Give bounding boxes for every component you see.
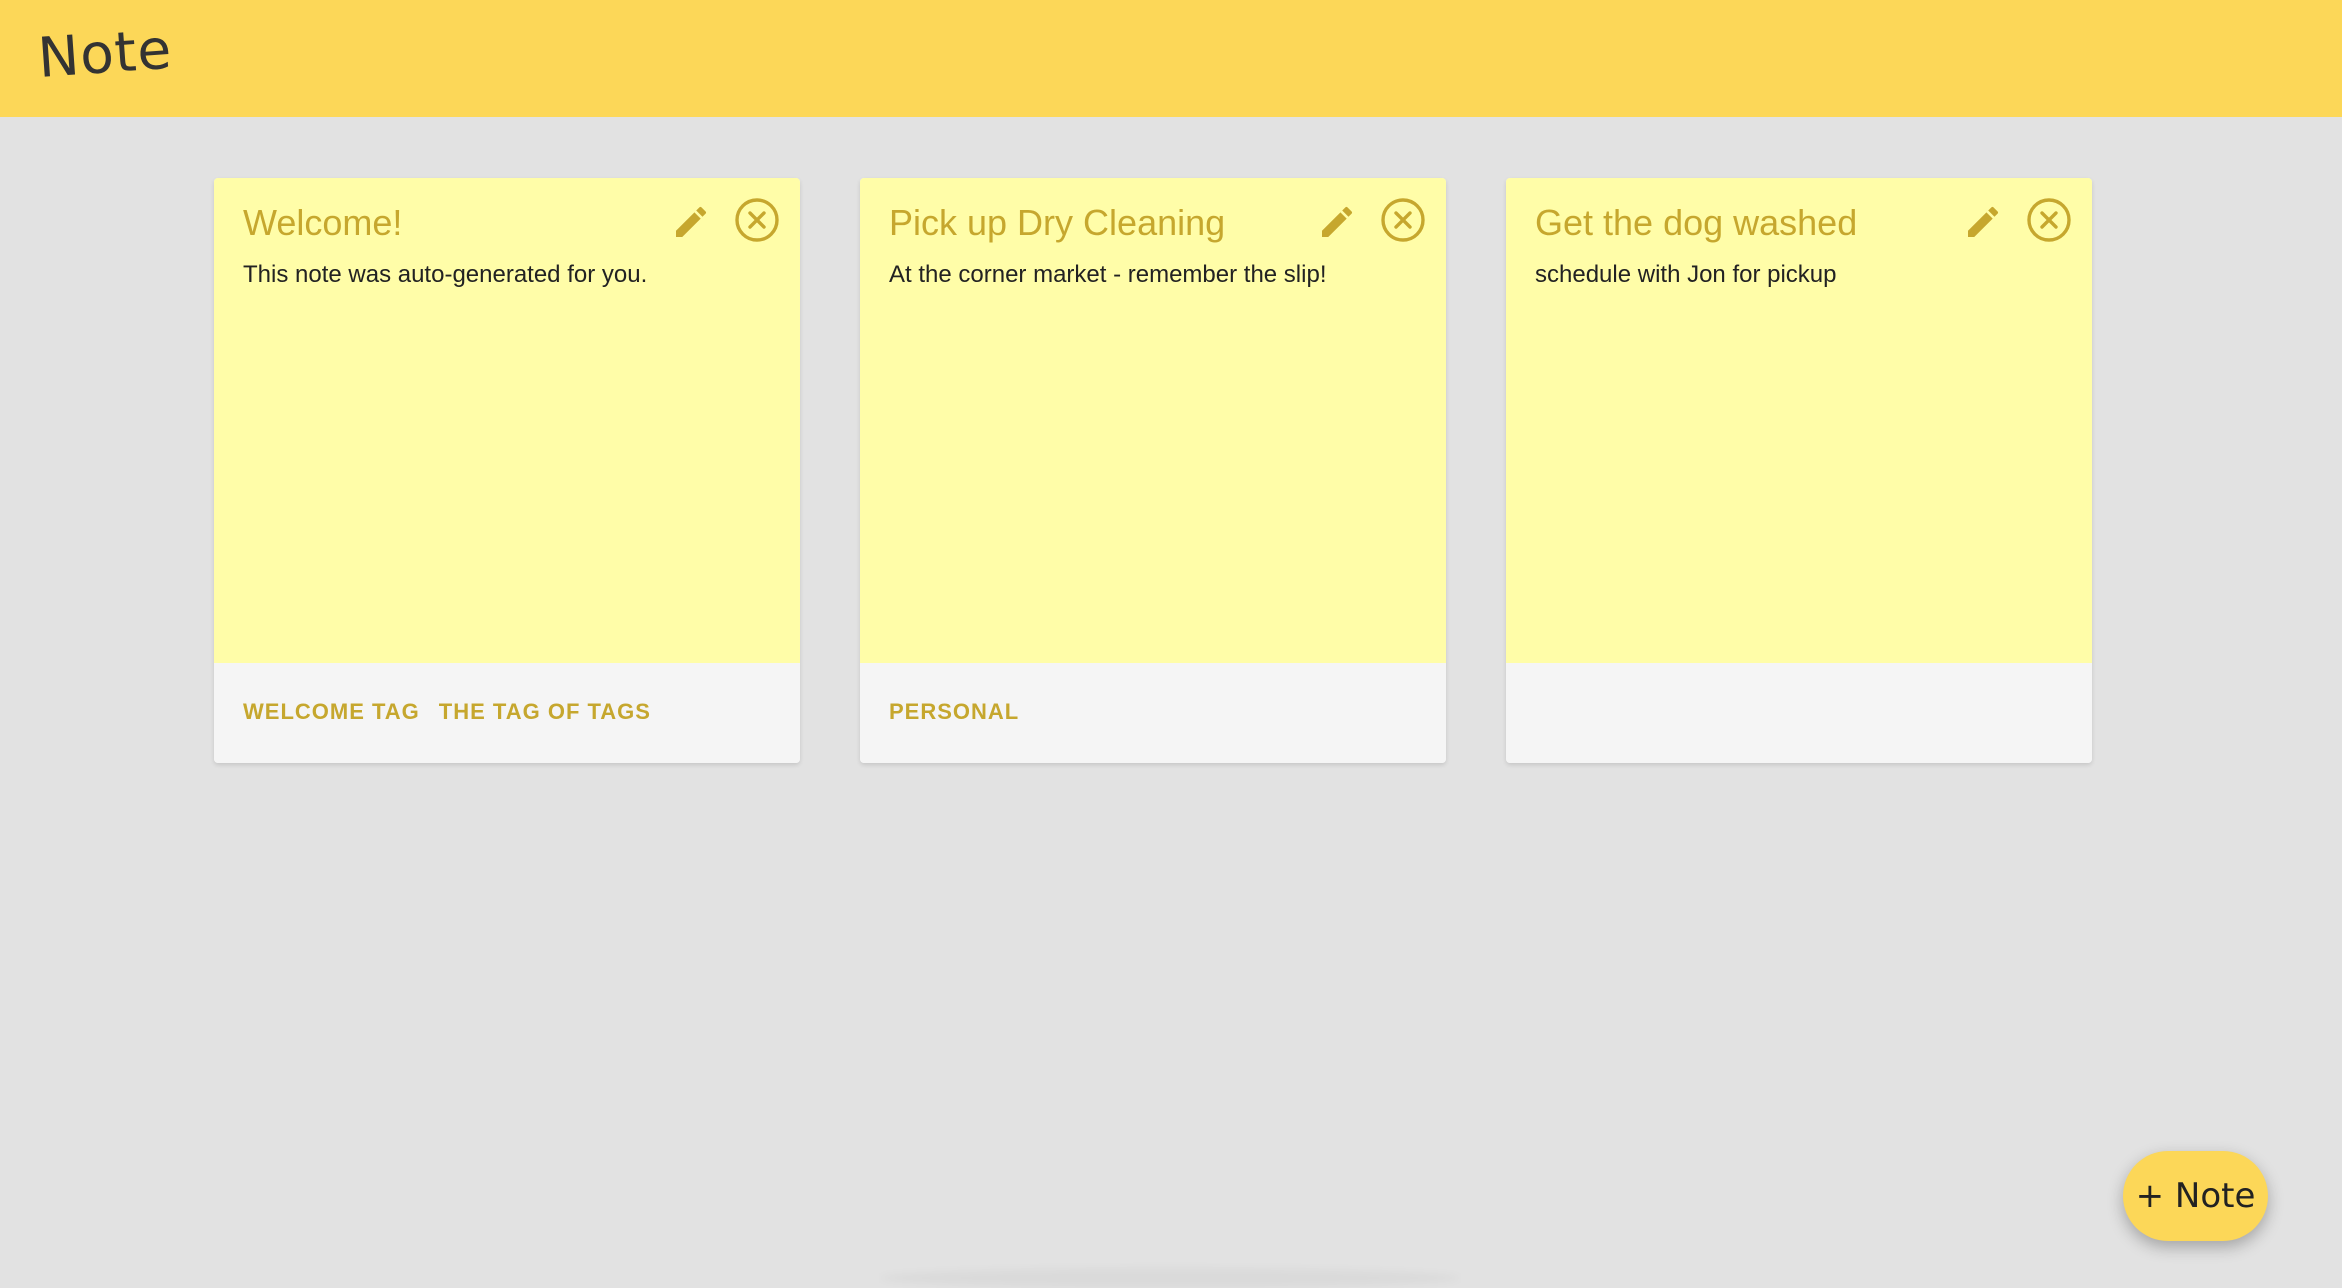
close-circle-icon bbox=[735, 198, 779, 242]
pencil-icon bbox=[1968, 206, 1999, 237]
tag-list: PERSONAL bbox=[889, 699, 1019, 725]
tag-list: WELCOME TAG THE TAG OF TAGS bbox=[243, 699, 651, 725]
note-title: Get the dog washed bbox=[1535, 202, 1858, 243]
note-text: At the corner market - remember the slip… bbox=[889, 261, 1327, 288]
tag-chip[interactable]: THE TAG OF TAGS bbox=[439, 699, 651, 725]
add-note-button[interactable]: + Note bbox=[2123, 1151, 2268, 1241]
pencil-icon bbox=[676, 206, 707, 237]
note-body: Welcome! This note was auto-generated fo… bbox=[214, 178, 800, 663]
note-card: Get the dog washed schedule with Jon for… bbox=[1506, 178, 2092, 763]
note-text: This note was auto-generated for you. bbox=[243, 261, 648, 288]
note-title: Welcome! bbox=[243, 202, 403, 243]
edit-note-button[interactable] bbox=[1963, 202, 2003, 242]
bottom-shadow-decoration bbox=[880, 1268, 1460, 1288]
note-footer: PERSONAL bbox=[860, 663, 1446, 763]
edit-note-button[interactable] bbox=[671, 202, 711, 242]
tag-chip[interactable]: PERSONAL bbox=[889, 699, 1019, 725]
app-bar: Note bbox=[0, 0, 2342, 117]
note-title: Pick up Dry Cleaning bbox=[889, 202, 1226, 243]
edit-note-button[interactable] bbox=[1317, 202, 1357, 242]
note-text: schedule with Jon for pickup bbox=[1535, 261, 1837, 288]
note-footer bbox=[1506, 663, 2092, 763]
close-circle-icon bbox=[2027, 198, 2071, 242]
tag-chip[interactable]: WELCOME TAG bbox=[243, 699, 420, 725]
note-card: Welcome! This note was auto-generated fo… bbox=[214, 178, 800, 763]
pencil-icon bbox=[1322, 206, 1353, 237]
note-body: Get the dog washed schedule with Jon for… bbox=[1506, 178, 2092, 663]
close-circle-icon bbox=[1381, 198, 1425, 242]
note-body: Pick up Dry Cleaning At the corner marke… bbox=[860, 178, 1446, 663]
note-card: Pick up Dry Cleaning At the corner marke… bbox=[860, 178, 1446, 763]
delete-note-button[interactable] bbox=[1380, 197, 1426, 243]
app-title: Note bbox=[35, 16, 175, 90]
note-footer: WELCOME TAG THE TAG OF TAGS bbox=[214, 663, 800, 763]
delete-note-button[interactable] bbox=[2026, 197, 2072, 243]
delete-note-button[interactable] bbox=[734, 197, 780, 243]
